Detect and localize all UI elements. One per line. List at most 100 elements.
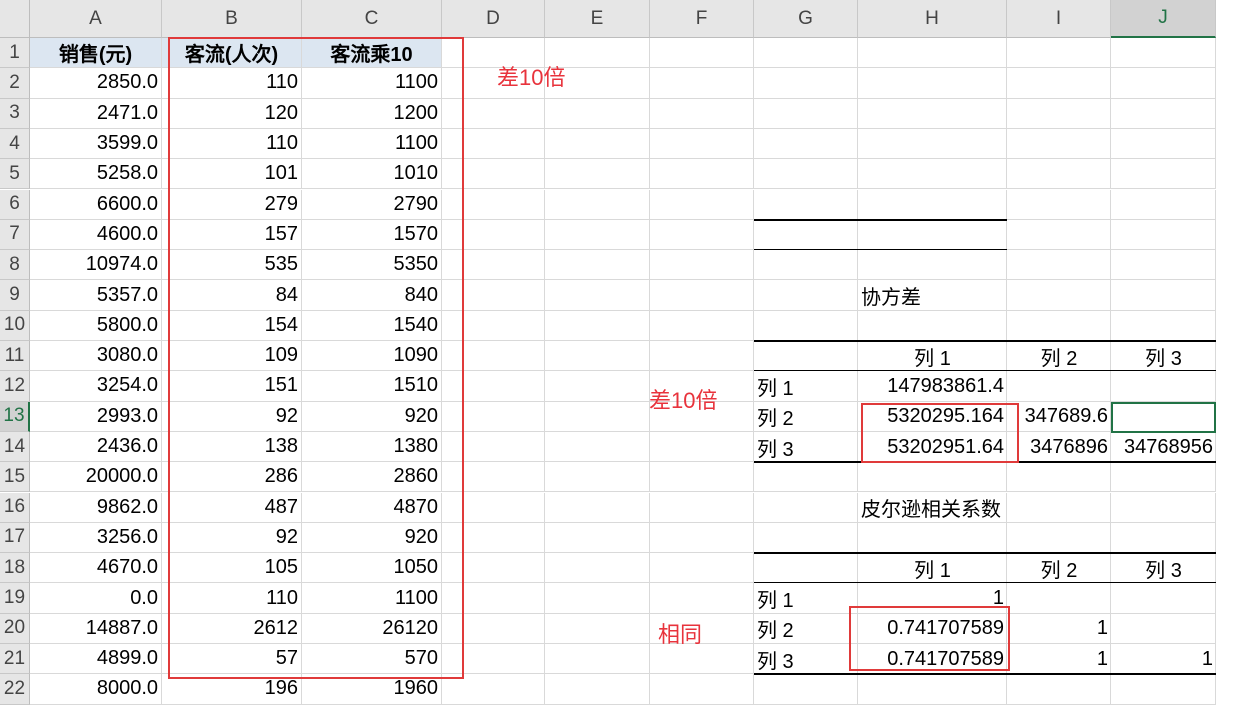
cell-f18[interactable] (650, 553, 754, 584)
sales-value[interactable]: 5357.0 (30, 280, 162, 311)
cell-f3[interactable] (650, 98, 754, 129)
row-header-13[interactable]: 13 (0, 401, 30, 432)
cell-g7[interactable] (754, 219, 858, 251)
cell-e17[interactable] (545, 522, 650, 554)
column-header-j[interactable]: J (1111, 0, 1216, 38)
cell-g9[interactable] (754, 280, 858, 311)
cell-h1[interactable] (858, 38, 1007, 69)
cell-h17[interactable] (858, 522, 1007, 554)
cell-j6[interactable] (1111, 189, 1216, 220)
row-header-1[interactable]: 1 (0, 38, 30, 69)
cell-e9[interactable] (545, 280, 650, 311)
cell-i8[interactable] (1007, 250, 1111, 281)
sales-value[interactable]: 9862.0 (30, 492, 162, 523)
cell-j20[interactable] (1111, 613, 1216, 644)
cell-f16[interactable] (650, 492, 754, 523)
cell-f2[interactable] (650, 68, 754, 99)
cell-f19[interactable] (650, 583, 754, 614)
cell-j5[interactable] (1111, 159, 1216, 190)
cell-e7[interactable] (545, 219, 650, 251)
sales-value[interactable]: 6600.0 (30, 189, 162, 220)
cell-f22[interactable] (650, 674, 754, 705)
column-header-h[interactable]: H (858, 0, 1007, 38)
row-header-17[interactable]: 17 (0, 522, 30, 554)
cell-i19[interactable] (1007, 583, 1111, 614)
sales-value[interactable]: 4899.0 (30, 644, 162, 675)
sales-value[interactable]: 2471.0 (30, 98, 162, 129)
cell-e3[interactable] (545, 98, 650, 129)
cell-f8[interactable] (650, 250, 754, 281)
cell-i7[interactable] (1007, 219, 1111, 251)
cell-e11[interactable] (545, 341, 650, 372)
cell-g22[interactable] (754, 674, 858, 705)
cell-g10[interactable] (754, 310, 858, 341)
cell-g5[interactable] (754, 159, 858, 190)
column-header-f[interactable]: F (650, 0, 754, 38)
row-header-6[interactable]: 6 (0, 189, 30, 220)
row-header-14[interactable]: 14 (0, 431, 30, 463)
cell-e4[interactable] (545, 128, 650, 160)
sales-value[interactable]: 2436.0 (30, 431, 162, 463)
cell-g4[interactable] (754, 128, 858, 160)
cell-i2[interactable] (1007, 68, 1111, 99)
cell-e16[interactable] (545, 492, 650, 523)
cell-g2[interactable] (754, 68, 858, 99)
row-header-19[interactable]: 19 (0, 583, 30, 614)
row-header-21[interactable]: 21 (0, 644, 30, 675)
row-header-16[interactable]: 16 (0, 492, 30, 523)
cell-g18[interactable] (754, 553, 858, 584)
cell-e8[interactable] (545, 250, 650, 281)
row-header-9[interactable]: 9 (0, 280, 30, 311)
cell-e21[interactable] (545, 644, 650, 675)
cell-i12[interactable] (1007, 371, 1111, 402)
cell-e18[interactable] (545, 553, 650, 584)
row-header-3[interactable]: 3 (0, 98, 30, 129)
cell-h8[interactable] (858, 250, 1007, 281)
cell-f10[interactable] (650, 310, 754, 341)
cell-f1[interactable] (650, 38, 754, 69)
row-header-7[interactable]: 7 (0, 219, 30, 251)
cell-e10[interactable] (545, 310, 650, 341)
sales-value[interactable]: 5800.0 (30, 310, 162, 341)
cell-j22[interactable] (1111, 674, 1216, 705)
sales-value[interactable]: 3254.0 (30, 371, 162, 402)
row-header-5[interactable]: 5 (0, 159, 30, 190)
cell-e19[interactable] (545, 583, 650, 614)
cell-f14[interactable] (650, 431, 754, 463)
cell-j3[interactable] (1111, 98, 1216, 129)
sales-value[interactable]: 3599.0 (30, 128, 162, 160)
column-header-i[interactable]: I (1007, 0, 1111, 38)
cell-j17[interactable] (1111, 522, 1216, 554)
cell-g15[interactable] (754, 462, 858, 493)
sales-value[interactable]: 3256.0 (30, 522, 162, 554)
header-cell-a[interactable]: 销售(元) (30, 38, 162, 69)
cell-j15[interactable] (1111, 462, 1216, 493)
cell-j12[interactable] (1111, 371, 1216, 402)
sales-value[interactable]: 4600.0 (30, 219, 162, 251)
column-header-g[interactable]: G (754, 0, 858, 38)
active-cell-j13[interactable] (1111, 401, 1216, 433)
cell-i3[interactable] (1007, 98, 1111, 129)
sales-value[interactable]: 5258.0 (30, 159, 162, 190)
cell-j8[interactable] (1111, 250, 1216, 281)
spreadsheet[interactable]: A B C D E F G H I J 1 2 3 4 5 6 7 8 9 10 11 12 13 14 15 16 17 18 19 2… (0, 0, 1246, 707)
sales-value[interactable]: 2850.0 (30, 68, 162, 99)
cell-f15[interactable] (650, 462, 754, 493)
select-all-corner[interactable] (0, 0, 30, 38)
cell-e6[interactable] (545, 189, 650, 220)
row-header-18[interactable]: 18 (0, 553, 30, 584)
cell-f11[interactable] (650, 341, 754, 372)
column-header-d[interactable]: D (442, 0, 545, 38)
cell-i22[interactable] (1007, 674, 1111, 705)
cell-i6[interactable] (1007, 189, 1111, 220)
sales-value[interactable]: 10974.0 (30, 250, 162, 281)
cell-g3[interactable] (754, 98, 858, 129)
cell-h6[interactable] (858, 189, 1007, 220)
cell-e13[interactable] (545, 401, 650, 432)
row-header-2[interactable]: 2 (0, 68, 30, 99)
cell-i17[interactable] (1007, 522, 1111, 554)
cell-h10[interactable] (858, 310, 1007, 341)
row-header-12[interactable]: 12 (0, 371, 30, 402)
cell-f17[interactable] (650, 522, 754, 554)
cell-j4[interactable] (1111, 128, 1216, 160)
